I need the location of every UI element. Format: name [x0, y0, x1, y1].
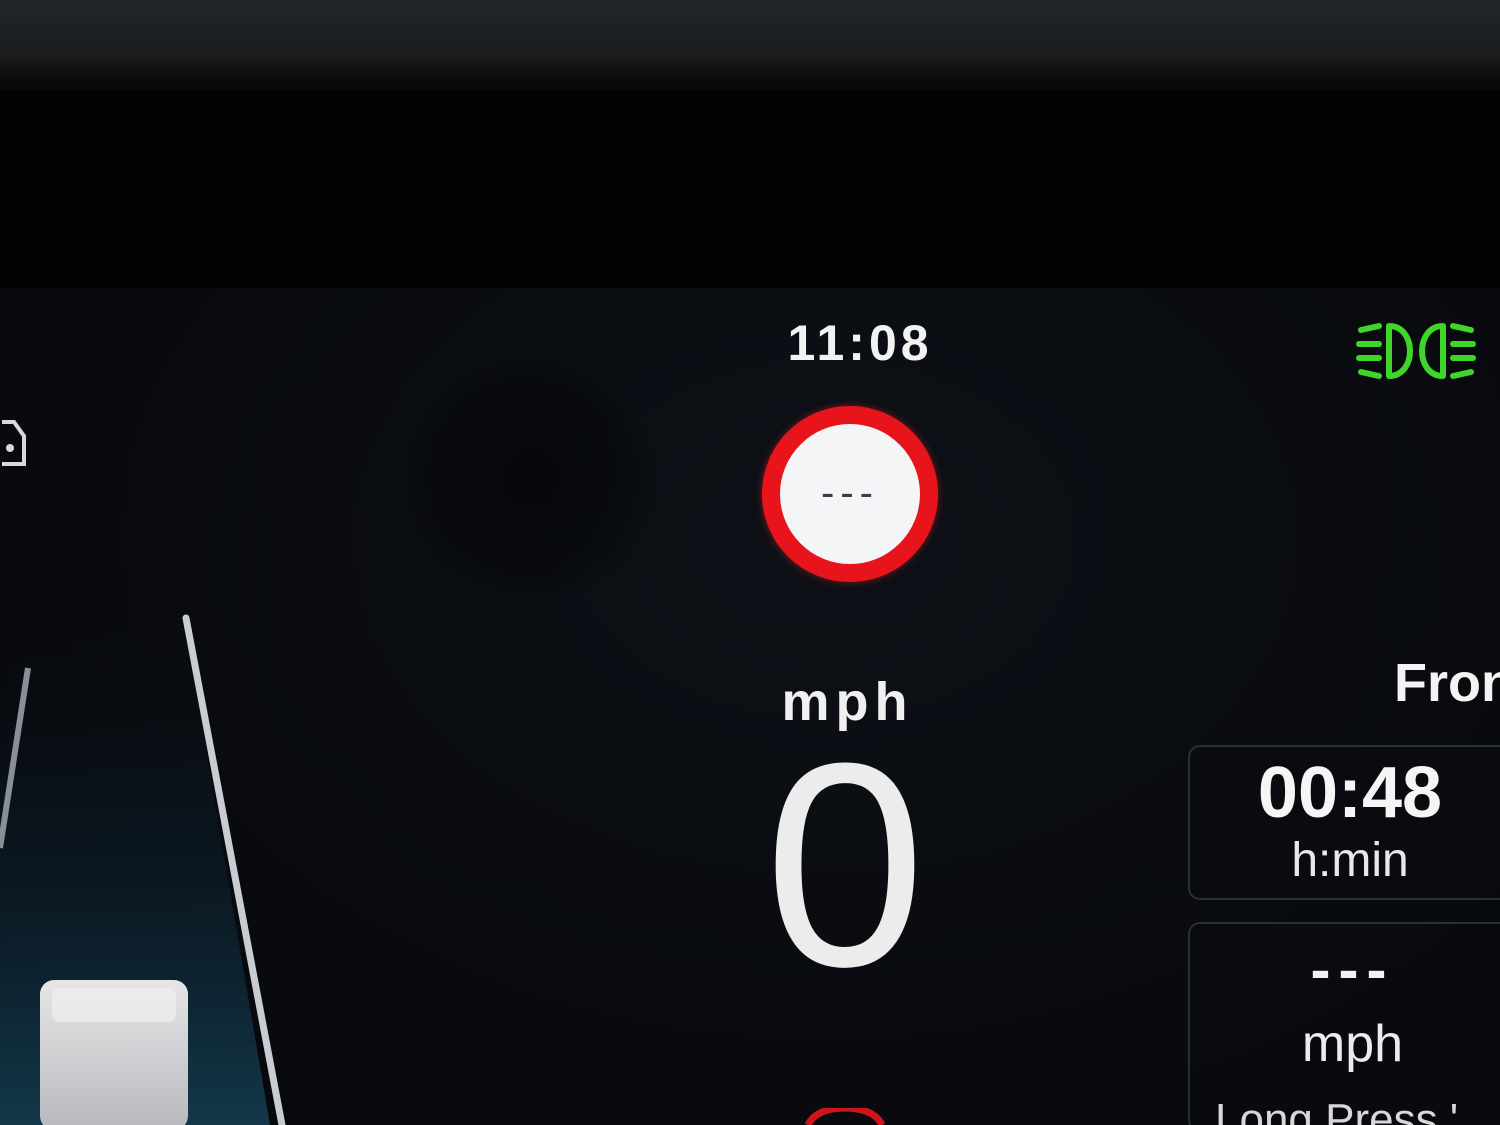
- lane-road-graphic: [0, 614, 286, 1125]
- display-glass-top: [0, 90, 1500, 288]
- dashboard-bezel: [0, 0, 1500, 90]
- travel-time-unit: h:min: [1291, 834, 1409, 887]
- average-speed-value: ---: [1310, 936, 1395, 1003]
- trip-panel-title: Fron: [1394, 653, 1500, 713]
- clock: 11:08: [787, 315, 933, 371]
- travel-time-value: 00:48: [1257, 753, 1443, 833]
- lane-assist-visualization: [0, 288, 320, 1125]
- warning-indicator-icon: [804, 1108, 886, 1125]
- speed-limit-value: ---: [821, 471, 879, 515]
- long-press-hint: Long Press ': [1215, 1095, 1459, 1125]
- current-speed: 0: [764, 703, 926, 1027]
- car-icon: [2, 420, 26, 466]
- speed-limit-sign: ---: [762, 406, 938, 582]
- headlight-icon: [1356, 323, 1476, 379]
- average-speed-unit: mph: [1301, 1015, 1404, 1073]
- vehicle-display-photo: 11:08 --- mph 0 Fron 00:48 h:min --- mph…: [0, 0, 1500, 1125]
- screen-reflection: [395, 358, 665, 598]
- ego-vehicle-roof: [52, 988, 176, 1022]
